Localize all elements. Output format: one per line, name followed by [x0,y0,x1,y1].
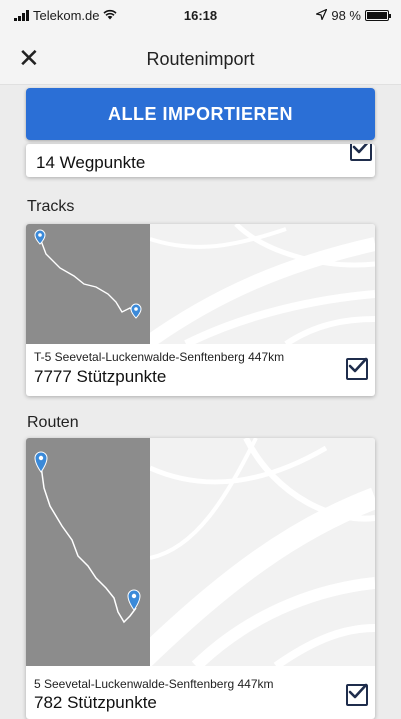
nav-bar: ✕ Routenimport [0,34,401,85]
track-checkbox[interactable] [346,357,368,380]
waypoints-card: 14 Wegpunkte [26,144,375,177]
section-tracks: Tracks [27,198,75,215]
import-all-button[interactable]: ALLE IMPORTIEREN [26,88,375,140]
page-title: Routenimport [146,49,255,69]
section-routes: Routen [27,414,79,431]
route-checkbox[interactable] [346,683,368,706]
battery-icon [365,10,391,21]
waypoints-checkbox[interactable] [350,144,372,161]
route-map [26,438,375,666]
status-bar: Telekom.de 16:18 98 % [0,0,401,34]
route-card[interactable]: 5 Seevetal-Luckenwalde-Senftenberg 447km… [26,438,375,719]
track-count: 7777 Stützpunkte [34,367,167,386]
track-name: T-5 Seevetal-Luckenwalde-Senftenberg 447… [34,350,285,364]
waypoints-count: 14 Wegpunkte [36,153,146,172]
track-map [26,224,375,344]
status-right: 98 % [316,8,391,23]
location-icon [316,8,328,23]
track-card[interactable]: T-5 Seevetal-Luckenwalde-Senftenberg 447… [26,224,375,396]
route-name: 5 Seevetal-Luckenwalde-Senftenberg 447km [34,677,274,691]
battery-percent: 98 % [331,8,361,23]
route-count: 782 Stützpunkte [34,693,157,712]
